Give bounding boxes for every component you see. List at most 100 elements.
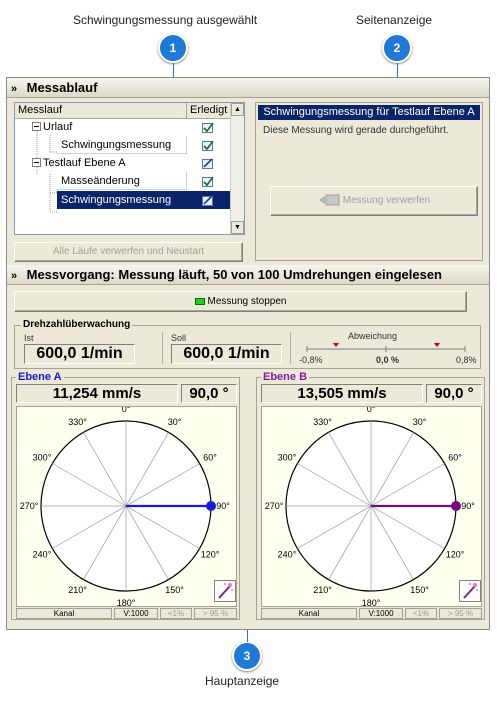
angle-tick-label: 180°	[117, 598, 136, 606]
plane-a-amplitude: 11,254 mm/s	[16, 384, 178, 403]
ist-value: 600,0 1/min	[24, 344, 135, 364]
deviation-min-marker-icon	[333, 343, 339, 347]
done-check-icon	[202, 176, 214, 187]
plane-a-plot[interactable]: 0° 30° 60° 90° 120° 150° 180° 210° 240° 270° 300° 3…	[16, 406, 237, 607]
polar-chart-b[interactable]: 0° 30° 60° 90° 120° 150° 180° 210° 240° 270° 300° 3…	[262, 407, 481, 606]
status-kanal: Kanal	[16, 608, 112, 619]
tree-row-schwingungsmessung-selected[interactable]: Schwingungsmessung	[15, 191, 233, 209]
tree-row-testlauf-ebene-a[interactable]: Testlauf Ebene A	[15, 154, 233, 172]
column-header-erledigt[interactable]: Erledigt	[186, 103, 232, 118]
tree-row-label: Schwingungsmessung	[61, 194, 172, 206]
tree-row-masseaenderung[interactable]: Masseänderung	[15, 172, 233, 190]
angle-tick-label: 90°	[461, 501, 475, 511]
stop-measurement-button[interactable]: Messung stoppen	[14, 291, 467, 312]
angle-tick-label: 270°	[20, 501, 39, 511]
collapse-chevron-icon[interactable]: »	[11, 266, 23, 286]
plane-a-angle: 90,0 °	[181, 384, 237, 403]
polar-chart-a[interactable]: 0° 30° 60° 90° 120° 150° 180° 210° 240° 270° 300° 3…	[17, 407, 236, 606]
in-progress-check-icon	[202, 195, 213, 206]
collapse-chevron-icon[interactable]: »	[11, 79, 23, 99]
plane-a-panel: Ebene A 11,254 mm/s 90,0 ° 0° 30° 60° 90° 12…	[11, 371, 240, 620]
soll-value: 600,0 1/min	[171, 344, 282, 364]
angle-tick-label: 60°	[203, 453, 217, 463]
callout-1-badge: 1	[158, 33, 188, 63]
discard-measurement-button[interactable]: Messung verwerfen	[270, 186, 478, 216]
angle-tick-label: 210°	[313, 585, 332, 595]
discard-icon	[318, 194, 340, 206]
angle-tick-label: 300°	[278, 453, 297, 463]
tree-scrollbar[interactable]: ▲ ▼	[230, 103, 244, 234]
tree-row-schwingungsmessung-1[interactable]: Schwingungsmessung	[15, 136, 233, 154]
angle-tick-label: 180°	[362, 598, 381, 606]
angle-tick-label: 120°	[446, 550, 465, 560]
angle-tick-label: 210°	[68, 585, 87, 595]
deviation-gauge	[306, 343, 466, 352]
side-panel-title: Schwingungsmessung für Testlauf Ebene A	[258, 105, 480, 120]
angle-tick-label: 0°	[122, 407, 131, 414]
angle-tick-label: 150°	[165, 585, 184, 595]
soll-label: Soll	[171, 333, 187, 343]
side-panel-message: Diese Messung wird gerade durchgeführt.	[263, 125, 449, 136]
status-led-icon	[194, 297, 205, 305]
angle-tick-label: 150°	[410, 585, 429, 595]
status-q1: <1%	[160, 608, 192, 619]
plane-a-statusbar: Kanal V:1000 <1% > 95 %	[16, 608, 237, 619]
side-panel: Schwingungsmessung für Testlauf Ebene A …	[255, 102, 483, 261]
main-window: » Messablauf Messlauf Erledigt Urlauf Sc…	[6, 77, 490, 630]
messablauf-title: Messablauf	[26, 80, 98, 95]
plane-b-statusbar: Kanal V:1000 <1% > 95 %	[261, 608, 482, 619]
callout-2-label: Seitenanzeige	[356, 13, 433, 27]
angle-tick-label: 330°	[68, 417, 87, 427]
done-check-icon	[202, 122, 214, 133]
plane-b-plot[interactable]: 0° 30° 60° 90° 120° 150° 180° 210° 240° 270° 300° 3…	[261, 406, 482, 607]
callout-2-badge: 2	[382, 33, 412, 63]
status-q2: > 95 %	[439, 608, 482, 619]
callout-3-badge: 3	[232, 641, 262, 671]
scroll-up-icon[interactable]: ▲	[231, 103, 244, 116]
collapse-toggle-icon[interactable]	[32, 158, 41, 167]
plane-b-amplitude: 13,505 mm/s	[261, 384, 423, 403]
column-header-messlauf[interactable]: Messlauf	[18, 103, 62, 118]
angle-tick-label: 240°	[278, 550, 297, 560]
tree-header: Messlauf Erledigt	[15, 103, 233, 119]
angle-tick-label: 30°	[413, 417, 427, 427]
drehzahl-title: Drehzahlüberwachung	[21, 319, 133, 330]
angle-tick-label: 270°	[265, 501, 284, 511]
plane-b-title: Ebene B	[261, 371, 310, 383]
tree-row-label: Masseänderung	[61, 175, 140, 187]
scroll-down-icon[interactable]: ▼	[231, 221, 244, 234]
status-v: V:1000	[114, 608, 158, 619]
magic-wand-icon[interactable]	[214, 580, 236, 602]
status-q2: > 95 %	[194, 608, 237, 619]
angle-tick-label: 120°	[201, 550, 220, 560]
status-kanal: Kanal	[261, 608, 357, 619]
angle-tick-label: 90°	[216, 501, 230, 511]
scale-min: -0,8%	[299, 355, 323, 365]
callout-3-label: Hauptanzeige	[205, 674, 280, 688]
tree-row-urlauf[interactable]: Urlauf	[15, 118, 233, 136]
reset-all-button[interactable]: Alle Läufe verwerfen und Neustart	[14, 242, 243, 262]
callout-1-label: Schwingungsmessung ausgewählt	[73, 13, 258, 27]
messlauf-tree[interactable]: Messlauf Erledigt Urlauf Schwingungsmess	[14, 102, 245, 235]
discard-button-label: Messung verwerfen	[342, 195, 431, 206]
plane-b-angle: 90,0 °	[426, 384, 482, 403]
done-check-icon	[202, 140, 214, 151]
unbalance-point[interactable]	[206, 501, 216, 511]
angle-tick-label: 300°	[33, 453, 52, 463]
drehzahl-group: Drehzahlüberwachung Ist 600,0 1/min Soll…	[14, 319, 481, 369]
angle-tick-label: 0°	[367, 407, 376, 414]
tree-row-label: Schwingungsmessung	[61, 139, 172, 151]
scale-max: 0,8%	[456, 355, 477, 365]
in-progress-check-icon	[202, 158, 213, 169]
messablauf-header[interactable]: » Messablauf	[7, 78, 489, 98]
angle-tick-label: 60°	[448, 453, 462, 463]
stop-button-label: Messung stoppen	[207, 296, 287, 307]
messvorgang-header[interactable]: » Messvorgang: Messung läuft, 50 von 100…	[7, 265, 489, 285]
unbalance-point[interactable]	[451, 501, 461, 511]
collapse-toggle-icon[interactable]	[32, 122, 41, 131]
tree-row-label: Testlauf Ebene A	[43, 157, 126, 169]
angle-tick-label: 330°	[313, 417, 332, 427]
tree-row-label: Urlauf	[43, 121, 73, 133]
status-v: V:1000	[359, 608, 403, 619]
magic-wand-icon[interactable]	[459, 580, 481, 602]
